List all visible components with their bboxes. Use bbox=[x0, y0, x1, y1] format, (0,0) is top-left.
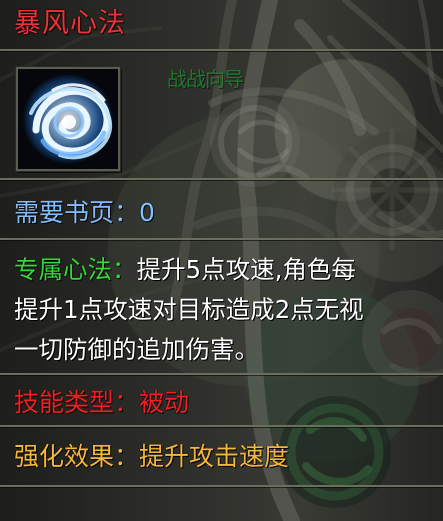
book-pages-label: 需要书页： bbox=[14, 198, 140, 227]
skill-type-line: 技能类型：被动 bbox=[14, 383, 189, 423]
title-divider bbox=[0, 49, 443, 51]
description-line-2: 提升1点攻速对目标造成2点无视 bbox=[14, 295, 364, 324]
enhance-effect-value: 提升攻击速度 bbox=[139, 442, 290, 471]
description-row-1: 专属心法：提升5点攻速,角色每 bbox=[14, 250, 434, 290]
book-pages-line: 需要书页：0 bbox=[14, 193, 155, 233]
type-divider bbox=[0, 425, 443, 427]
skill-tooltip: 战战向导 暴风心法 需要书页：0 专属心法：提升5点攻速,角色每 提升1点攻速对… bbox=[0, 0, 443, 521]
description-divider bbox=[0, 373, 443, 375]
bottom-divider bbox=[0, 485, 443, 487]
guide-hint-label: 战战向导 bbox=[167, 69, 244, 91]
enhance-effect-line: 强化效果：提升攻击速度 bbox=[14, 437, 289, 477]
book-pages-value: 0 bbox=[139, 198, 155, 227]
exclusive-label: 专属心法： bbox=[14, 255, 137, 284]
icon-divider bbox=[0, 178, 443, 180]
skill-type-label: 技能类型： bbox=[14, 388, 140, 417]
skill-title: 暴风心法 bbox=[14, 8, 126, 39]
description-line-3: 一切防御的追加伤害。 bbox=[14, 335, 259, 364]
description-line-1: 提升5点攻速,角色每 bbox=[136, 255, 356, 284]
pages-divider bbox=[0, 238, 443, 240]
exclusive-description: 专属心法：提升5点攻速,角色每 提升1点攻速对目标造成2点无视 一切防御的追加伤… bbox=[14, 250, 434, 370]
swirl-icon bbox=[16, 67, 120, 171]
skill-type-value: 被动 bbox=[139, 388, 190, 417]
enhance-effect-label: 强化效果： bbox=[14, 442, 140, 471]
